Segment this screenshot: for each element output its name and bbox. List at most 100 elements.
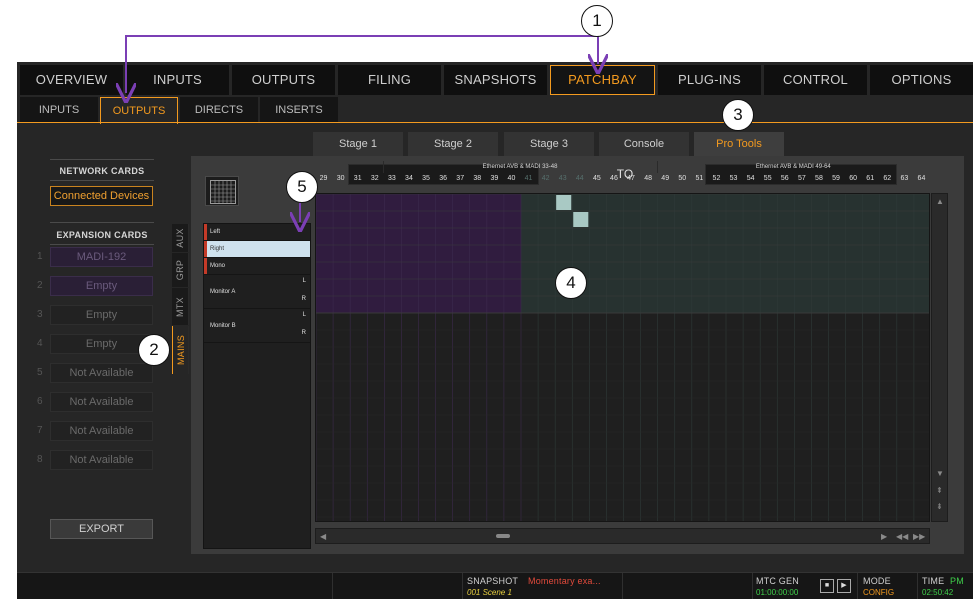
connected-devices-button[interactable]: Connected Devices bbox=[50, 186, 153, 206]
scroll-down-icon[interactable]: ▼ bbox=[936, 469, 944, 478]
vertical-scrollbar[interactable]: ▲ ▼ ⇞ ⇟ bbox=[931, 193, 948, 522]
column-54[interactable]: 54 bbox=[742, 173, 759, 185]
column-52[interactable]: 52 bbox=[708, 173, 725, 185]
subtab-outputs[interactable]: OUTPUTS bbox=[100, 97, 178, 124]
stop-icon[interactable]: ■ bbox=[820, 579, 834, 593]
column-64[interactable]: 64 bbox=[913, 173, 930, 185]
sub-nav-underline bbox=[17, 122, 973, 123]
column-56[interactable]: 56 bbox=[776, 173, 793, 185]
divider bbox=[752, 573, 753, 599]
horizontal-scrollbar[interactable]: ◀ ▶ ◀◀ ▶▶ bbox=[315, 528, 930, 544]
column-53[interactable]: 53 bbox=[725, 173, 742, 185]
column-50[interactable]: 50 bbox=[674, 173, 691, 185]
column-62[interactable]: 62 bbox=[879, 173, 896, 185]
column-30[interactable]: 30 bbox=[332, 173, 349, 185]
subtab-inserts[interactable]: INSERTS bbox=[260, 97, 338, 123]
patch-point-right-44[interactable] bbox=[573, 212, 589, 227]
slot-card-button[interactable]: MADI-192 bbox=[50, 247, 153, 267]
column-45[interactable]: 45 bbox=[588, 173, 605, 185]
grid-view-icon[interactable] bbox=[205, 176, 239, 206]
slot-number: 7 bbox=[37, 425, 43, 436]
expansion-slot-8: 8 Not Available bbox=[33, 450, 154, 470]
column-43[interactable]: 43 bbox=[554, 173, 571, 185]
scroll-up-icon[interactable]: ▲ bbox=[936, 197, 944, 206]
column-38[interactable]: 38 bbox=[469, 173, 486, 185]
column-39[interactable]: 39 bbox=[486, 173, 503, 185]
tab-filing[interactable]: FILING bbox=[338, 65, 441, 95]
slot-card-button[interactable]: Empty bbox=[50, 305, 153, 325]
tab-outputs[interactable]: OUTPUTS bbox=[232, 65, 335, 95]
column-55[interactable]: 55 bbox=[759, 173, 776, 185]
tab-plug-ins[interactable]: PLUG-INS bbox=[658, 65, 761, 95]
column-37[interactable]: 37 bbox=[452, 173, 469, 185]
subtab-inputs[interactable]: INPUTS bbox=[20, 97, 98, 123]
tab-options[interactable]: OPTIONS bbox=[870, 65, 973, 95]
side-tab-aux[interactable]: AUX bbox=[172, 224, 189, 252]
column-49[interactable]: 49 bbox=[657, 173, 674, 185]
column-31[interactable]: 31 bbox=[349, 173, 366, 185]
tab-snapshots[interactable]: SNAPSHOTS bbox=[444, 65, 547, 95]
expansion-slot-2: 2 Empty bbox=[33, 276, 154, 296]
stage-tab-stage-3[interactable]: Stage 3 bbox=[504, 132, 594, 156]
row-color-bar bbox=[204, 241, 207, 257]
stage-tab-stage-1[interactable]: Stage 1 bbox=[313, 132, 403, 156]
row-right[interactable]: Right bbox=[204, 241, 310, 258]
column-47[interactable]: 47 bbox=[623, 173, 640, 185]
side-tab-grp[interactable]: GRP bbox=[172, 253, 189, 287]
tab-overview[interactable]: OVERVIEW bbox=[20, 65, 123, 95]
slot-card-button[interactable]: Empty bbox=[50, 276, 153, 296]
snapshot-scene: 001 Scene 1 bbox=[467, 588, 512, 597]
subtab-directs[interactable]: DIRECTS bbox=[180, 97, 258, 123]
column-59[interactable]: 59 bbox=[828, 173, 845, 185]
horizontal-scroll-thumb[interactable] bbox=[496, 534, 510, 538]
column-60[interactable]: 60 bbox=[845, 173, 862, 185]
column-34[interactable]: 34 bbox=[400, 173, 417, 185]
divider bbox=[50, 244, 154, 245]
column-63[interactable]: 63 bbox=[896, 173, 913, 185]
column-35[interactable]: 35 bbox=[418, 173, 435, 185]
tab-inputs[interactable]: INPUTS bbox=[126, 65, 229, 95]
row-left[interactable]: Left bbox=[204, 224, 310, 241]
row-mono[interactable]: Mono bbox=[204, 258, 310, 275]
scroll-top-icon[interactable]: ⇞ bbox=[936, 486, 943, 495]
column-41[interactable]: 41 bbox=[520, 173, 537, 185]
column-32[interactable]: 32 bbox=[366, 173, 383, 185]
side-tab-mains[interactable]: MAINS bbox=[172, 326, 189, 374]
row-group-monitor-b[interactable]: Monitor B L R bbox=[204, 309, 310, 343]
sub-navigation: INPUTS OUTPUTS DIRECTS INSERTS bbox=[20, 97, 338, 124]
scroll-left-icon[interactable]: ◀ bbox=[320, 532, 326, 541]
row-group-monitor-a[interactable]: Monitor A L R bbox=[204, 275, 310, 309]
column-58[interactable]: 58 bbox=[810, 173, 827, 185]
play-icon[interactable]: ▶ bbox=[837, 579, 851, 593]
column-44[interactable]: 44 bbox=[571, 173, 588, 185]
tab-control[interactable]: CONTROL bbox=[764, 65, 867, 95]
scroll-first-icon[interactable]: ◀◀ bbox=[896, 532, 908, 541]
stage-tab-console[interactable]: Console bbox=[599, 132, 689, 156]
slot-number: 2 bbox=[37, 280, 43, 291]
export-button[interactable]: EXPORT bbox=[50, 519, 153, 539]
patch-point-left-43[interactable] bbox=[556, 195, 572, 210]
column-40[interactable]: 40 bbox=[503, 173, 520, 185]
patch-grid[interactable] bbox=[315, 193, 930, 522]
column-51[interactable]: 51 bbox=[691, 173, 708, 185]
tab-patchbay[interactable]: PATCHBAY bbox=[550, 65, 655, 95]
column-33[interactable]: 33 bbox=[383, 173, 400, 185]
column-42[interactable]: 42 bbox=[537, 173, 554, 185]
column-48[interactable]: 48 bbox=[640, 173, 657, 185]
row-right-label: Right bbox=[210, 246, 225, 252]
scroll-last-icon[interactable]: ▶▶ bbox=[913, 532, 925, 541]
column-36[interactable]: 36 bbox=[435, 173, 452, 185]
slot-number: 3 bbox=[37, 309, 43, 320]
column-group-29-32 bbox=[315, 161, 383, 173]
callout-3: 3 bbox=[722, 99, 754, 131]
column-61[interactable]: 61 bbox=[862, 173, 879, 185]
scroll-right-icon[interactable]: ▶ bbox=[881, 532, 887, 541]
expansion-slot-7: 7 Not Available bbox=[33, 421, 154, 441]
column-57[interactable]: 57 bbox=[793, 173, 810, 185]
scroll-bottom-icon[interactable]: ⇟ bbox=[936, 502, 943, 511]
stage-tab-stage-2[interactable]: Stage 2 bbox=[408, 132, 498, 156]
snapshot-name[interactable]: Momentary exa... bbox=[528, 576, 601, 586]
stage-tab-pro-tools[interactable]: Pro Tools bbox=[694, 132, 784, 156]
column-46[interactable]: 46 bbox=[605, 173, 622, 185]
side-tab-mtx[interactable]: MTX bbox=[172, 288, 189, 325]
